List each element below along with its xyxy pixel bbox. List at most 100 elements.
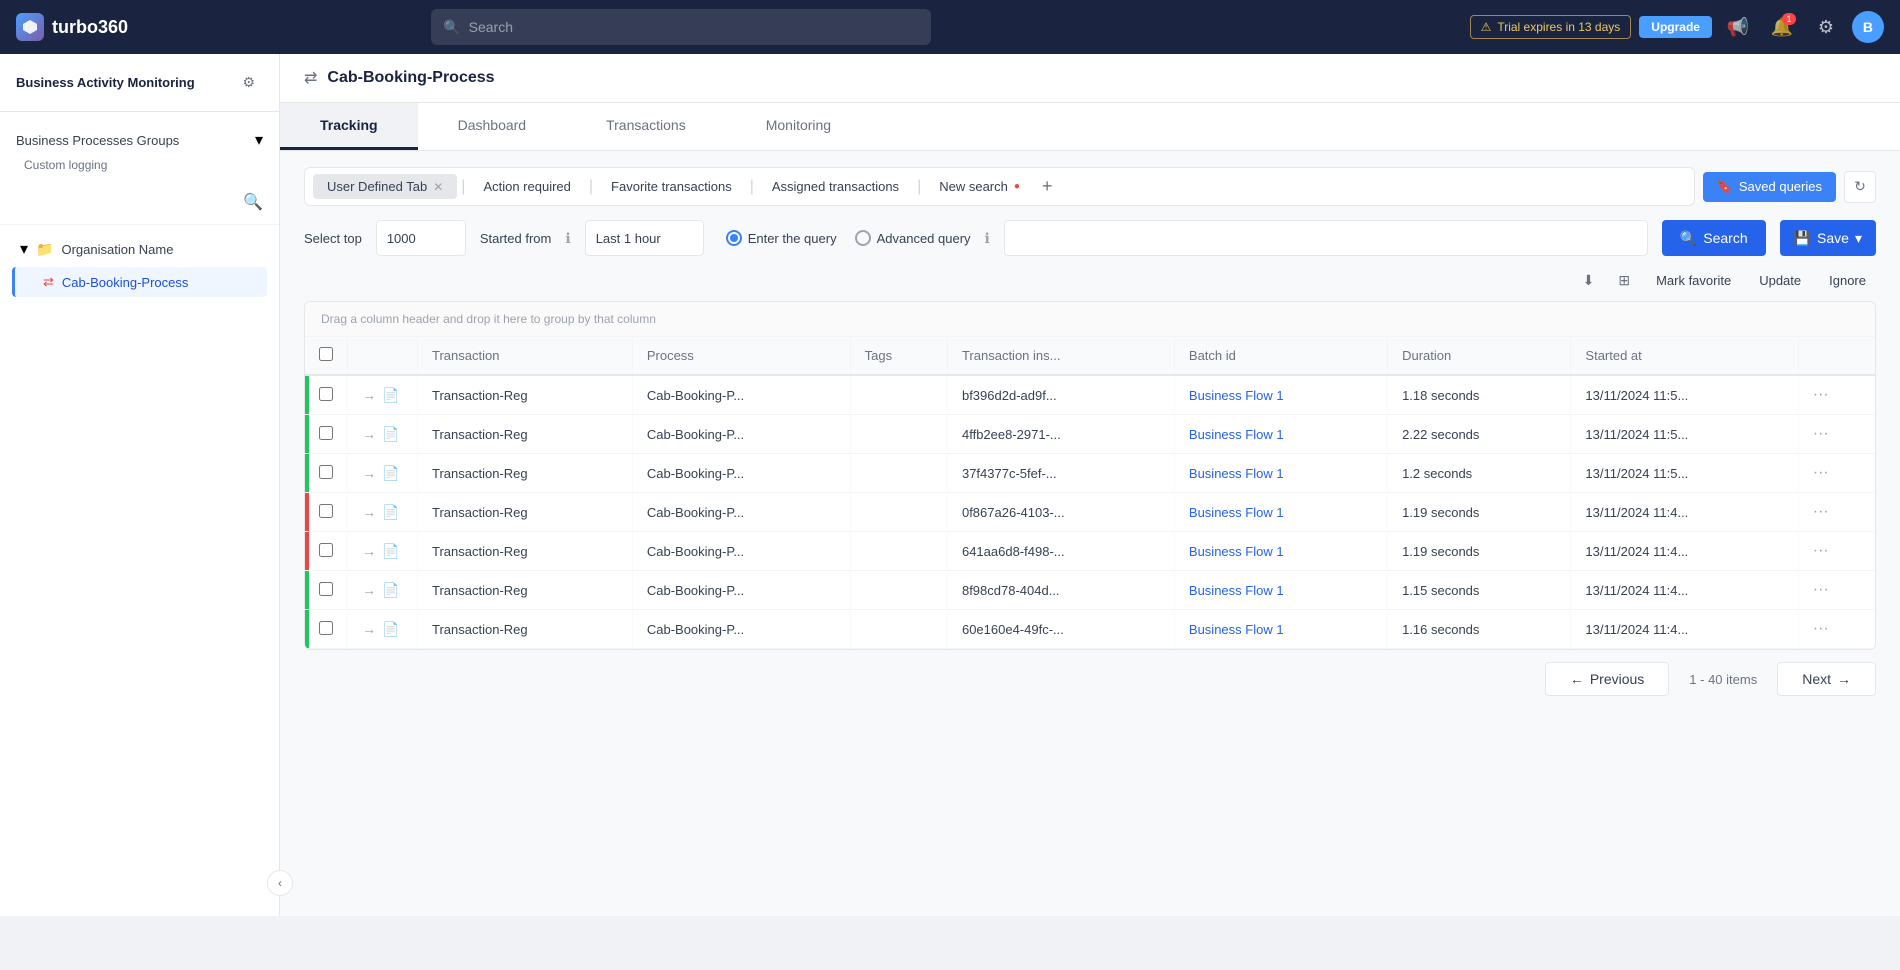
row-doc-icon[interactable]: 📄 xyxy=(382,504,399,521)
batch-id-link[interactable]: Business Flow 1 xyxy=(1189,427,1284,442)
sidebar-item-cab-booking[interactable]: ⇄ Cab-Booking-Process xyxy=(12,267,267,297)
query-input[interactable] xyxy=(1004,220,1648,256)
search-icon-btn: 🔍 xyxy=(1680,230,1697,247)
sidebar-org-group: ▾ 📁 Organisation Name ⇄ Cab-Booking-Proc… xyxy=(0,229,279,303)
arrow-left-icon: ← xyxy=(1570,671,1584,687)
subtab-favorite-transactions[interactable]: Favorite transactions xyxy=(597,174,746,199)
logo-icon xyxy=(16,13,44,41)
upgrade-button[interactable]: Upgrade xyxy=(1639,16,1712,38)
row-checkbox[interactable] xyxy=(319,426,333,440)
row-menu-icon[interactable]: ··· xyxy=(1813,581,1829,598)
update-button[interactable]: Update xyxy=(1749,269,1811,292)
row-duration: 1.18 seconds xyxy=(1388,375,1571,415)
select-all-checkbox[interactable] xyxy=(319,347,333,361)
row-navigate-icon[interactable]: → xyxy=(362,465,376,481)
started-from-select[interactable]: Last 1 hour Last 6 hours Last 24 hours L… xyxy=(585,220,704,256)
subtabs-row: User Defined Tab ✕ | Action required | F… xyxy=(304,167,1876,206)
save-button[interactable]: 💾 Save ▾ xyxy=(1780,220,1876,256)
radio-advanced-query[interactable]: Advanced query xyxy=(855,230,971,246)
row-duration: 2.22 seconds xyxy=(1388,415,1571,454)
row-menu-icon[interactable]: ··· xyxy=(1813,620,1829,637)
search-icon-sidebar[interactable]: 🔍 xyxy=(16,192,263,212)
pagination-row: ← Previous 1 - 40 items Next → xyxy=(304,650,1876,708)
row-checkbox[interactable] xyxy=(319,504,333,518)
add-subtab-button[interactable]: + xyxy=(1038,176,1057,197)
save-label: Save xyxy=(1817,230,1849,246)
subtab-action-required[interactable]: Action required xyxy=(469,174,584,199)
row-action-buttons: → 📄 xyxy=(362,543,403,560)
avatar[interactable]: B xyxy=(1852,11,1884,43)
tab-dashboard[interactable]: Dashboard xyxy=(418,103,567,150)
tab-monitoring[interactable]: Monitoring xyxy=(726,103,871,150)
batch-id-link[interactable]: Business Flow 1 xyxy=(1189,583,1284,598)
row-doc-icon[interactable]: 📄 xyxy=(382,582,399,599)
sidebar-collapse-button[interactable]: ‹ xyxy=(267,870,293,896)
tab-tracking[interactable]: Tracking xyxy=(280,103,418,150)
chevron-down-icon: ▾ xyxy=(255,130,263,150)
row-menu-icon[interactable]: ··· xyxy=(1813,464,1829,481)
subtab-assigned-transactions[interactable]: Assigned transactions xyxy=(758,174,913,199)
previous-button[interactable]: ← Previous xyxy=(1545,662,1669,696)
batch-id-link[interactable]: Business Flow 1 xyxy=(1189,388,1284,403)
batch-id-link[interactable]: Business Flow 1 xyxy=(1189,505,1284,520)
row-navigate-icon[interactable]: → xyxy=(362,621,376,637)
global-search-input[interactable] xyxy=(469,19,920,35)
row-menu-icon[interactable]: ··· xyxy=(1813,386,1829,403)
row-navigate-icon[interactable]: → xyxy=(362,582,376,598)
row-checkbox-cell xyxy=(305,571,348,610)
notifications-bell-button[interactable]: 🔔 1 xyxy=(1764,9,1800,45)
row-doc-icon[interactable]: 📄 xyxy=(382,426,399,443)
row-status-indicator xyxy=(305,610,309,648)
row-checkbox[interactable] xyxy=(319,582,333,596)
row-checkbox[interactable] xyxy=(319,465,333,479)
row-duration: 1.15 seconds xyxy=(1388,571,1571,610)
row-checkbox[interactable] xyxy=(319,543,333,557)
tab-transactions[interactable]: Transactions xyxy=(566,103,726,150)
download-button[interactable]: ⬇ xyxy=(1575,268,1603,293)
app-logo[interactable]: turbo360 xyxy=(16,13,156,41)
row-navigate-icon[interactable]: → xyxy=(362,387,376,403)
row-doc-icon[interactable]: 📄 xyxy=(382,621,399,638)
notifications-megaphone-button[interactable]: 📢 xyxy=(1720,9,1756,45)
next-label: Next xyxy=(1802,671,1831,687)
ignore-button[interactable]: Ignore xyxy=(1819,269,1876,292)
row-navigate-icon[interactable]: → xyxy=(362,504,376,520)
saved-queries-button[interactable]: 🔖 Saved queries xyxy=(1703,172,1836,202)
row-navigate-icon[interactable]: → xyxy=(362,426,376,442)
row-tags xyxy=(850,375,947,415)
row-transaction: Transaction-Reg xyxy=(418,454,633,493)
batch-id-link[interactable]: Business Flow 1 xyxy=(1189,544,1284,559)
row-navigate-icon[interactable]: → xyxy=(362,543,376,559)
row-checkbox[interactable] xyxy=(319,621,333,635)
row-doc-icon[interactable]: 📄 xyxy=(382,387,399,404)
sidebar-section-header[interactable]: Business Processes Groups ▾ xyxy=(16,124,263,156)
mark-favorite-button[interactable]: Mark favorite xyxy=(1646,269,1741,292)
row-actions-cell: → 📄 xyxy=(348,454,418,493)
subtab-new-search[interactable]: New search ● xyxy=(925,174,1034,199)
row-menu-icon[interactable]: ··· xyxy=(1813,503,1829,520)
row-doc-icon[interactable]: 📄 xyxy=(382,543,399,560)
row-menu-icon[interactable]: ··· xyxy=(1813,425,1829,442)
sidebar-settings-button[interactable]: ⚙ xyxy=(234,70,263,95)
row-batch-id: Business Flow 1 xyxy=(1174,571,1387,610)
subtab-label: Action required xyxy=(483,179,570,194)
radio-enter-query[interactable]: Enter the query xyxy=(726,230,837,246)
sidebar-org-row[interactable]: ▾ 📁 Organisation Name xyxy=(12,233,267,265)
ignore-label: Ignore xyxy=(1829,273,1866,288)
batch-id-link[interactable]: Business Flow 1 xyxy=(1189,622,1284,637)
settings-button[interactable]: ⚙ xyxy=(1808,9,1844,45)
global-search-bar[interactable]: 🔍 xyxy=(431,9,931,45)
subtab-close-icon[interactable]: ✕ xyxy=(433,180,443,194)
refresh-button[interactable]: ↻ xyxy=(1844,171,1876,203)
subtab-user-defined[interactable]: User Defined Tab ✕ xyxy=(313,174,457,199)
row-menu-icon[interactable]: ··· xyxy=(1813,542,1829,559)
batch-id-link[interactable]: Business Flow 1 xyxy=(1189,466,1284,481)
row-checkbox[interactable] xyxy=(319,387,333,401)
next-button[interactable]: Next → xyxy=(1777,662,1876,696)
chevron-left-icon: ‹ xyxy=(278,876,282,890)
select-top-input[interactable] xyxy=(376,220,466,256)
search-button[interactable]: 🔍 Search xyxy=(1662,220,1766,256)
row-doc-icon[interactable]: 📄 xyxy=(382,465,399,482)
row-status-indicator xyxy=(305,415,309,453)
grid-layout-button[interactable]: ⊞ xyxy=(1610,268,1638,293)
